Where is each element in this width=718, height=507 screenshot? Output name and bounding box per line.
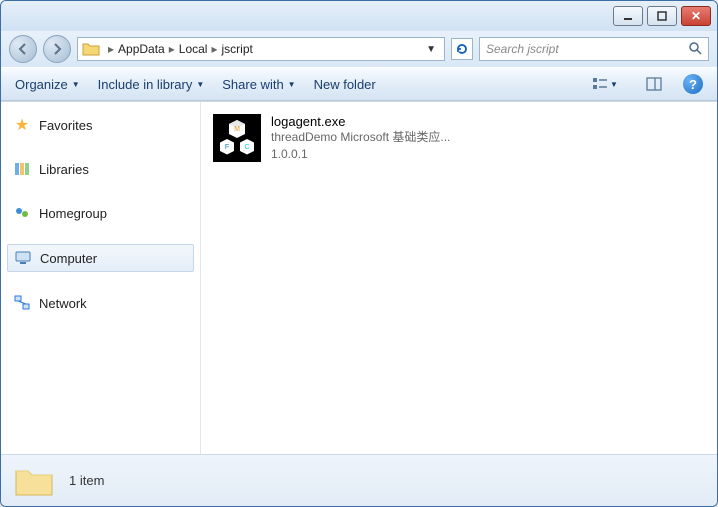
minimize-button[interactable] [613,6,643,26]
maximize-button[interactable] [647,6,677,26]
computer-icon [14,249,32,267]
file-name: logagent.exe [271,114,450,129]
refresh-button[interactable] [451,38,473,60]
breadcrumb-dropdown[interactable]: ▼ [422,44,440,55]
svg-text:M: M [234,126,240,133]
star-icon: ★ [13,116,31,134]
breadcrumb-part[interactable]: jscript [221,42,252,56]
new-folder-button[interactable]: New folder [314,77,376,92]
chevron-down-icon: ▼ [196,80,204,89]
view-options-button[interactable]: ▼ [585,73,625,95]
navbar: ▸ AppData ▸ Local ▸ jscript ▼ Search jsc… [1,31,717,67]
file-description: threadDemo Microsoft 基础类应... [271,129,450,146]
sidebar-item-label: Homegroup [39,206,107,221]
breadcrumb-part[interactable]: Local [179,42,208,56]
include-in-library-menu[interactable]: Include in library▼ [98,77,205,92]
file-list: M F C logagent.exe thre [201,102,717,454]
sidebar-item-label: Libraries [39,162,89,177]
help-button[interactable]: ? [683,74,703,94]
sidebar-item-label: Computer [40,251,97,266]
search-input[interactable]: Search jscript [479,37,709,61]
chevron-right-icon: ▸ [108,42,114,56]
folder-icon [82,40,100,58]
search-placeholder: Search jscript [486,42,559,56]
status-count: 1 item [69,473,104,488]
chevron-down-icon: ▼ [72,80,80,89]
homegroup-icon [13,204,31,222]
file-version: 1.0.0.1 [271,146,450,163]
explorer-window: ✕ ▸ AppData ▸ Local ▸ jscript ▼ Search j… [0,0,718,507]
chevron-right-icon: ▸ [169,42,175,56]
share-with-menu[interactable]: Share with▼ [222,77,295,92]
toolbar: Organize▼ Include in library▼ Share with… [1,67,717,101]
forward-button[interactable] [43,35,71,63]
breadcrumb[interactable]: ▸ AppData ▸ Local ▸ jscript ▼ [77,37,445,61]
back-button[interactable] [9,35,37,63]
sidebar-item-favorites[interactable]: ★ Favorites [7,112,194,138]
titlebar: ✕ [1,1,717,31]
network-icon [13,294,31,312]
chevron-down-icon: ▼ [288,80,296,89]
breadcrumb-part[interactable]: AppData [118,42,165,56]
status-bar: 1 item [1,454,717,506]
search-icon [688,41,702,58]
chevron-down-icon: ▼ [610,80,618,89]
sidebar-item-network[interactable]: Network [7,290,194,316]
sidebar-item-computer[interactable]: Computer [7,244,194,272]
svg-text:C: C [244,144,249,151]
organize-menu[interactable]: Organize▼ [15,77,80,92]
svg-text:F: F [225,144,229,151]
body: ★ Favorites Libraries Homegroup Compute [1,101,717,454]
close-button[interactable]: ✕ [681,6,711,26]
folder-icon [13,463,55,499]
chevron-right-icon: ▸ [211,42,217,56]
sidebar-item-label: Network [39,296,87,311]
sidebar-item-homegroup[interactable]: Homegroup [7,200,194,226]
sidebar-item-label: Favorites [39,118,92,133]
exe-icon: M F C [213,114,261,162]
file-item[interactable]: M F C logagent.exe thre [213,114,705,163]
libraries-icon [13,160,31,178]
file-details: logagent.exe threadDemo Microsoft 基础类应..… [271,114,450,163]
sidebar: ★ Favorites Libraries Homegroup Compute [1,102,201,454]
sidebar-item-libraries[interactable]: Libraries [7,156,194,182]
preview-pane-button[interactable] [643,73,665,95]
